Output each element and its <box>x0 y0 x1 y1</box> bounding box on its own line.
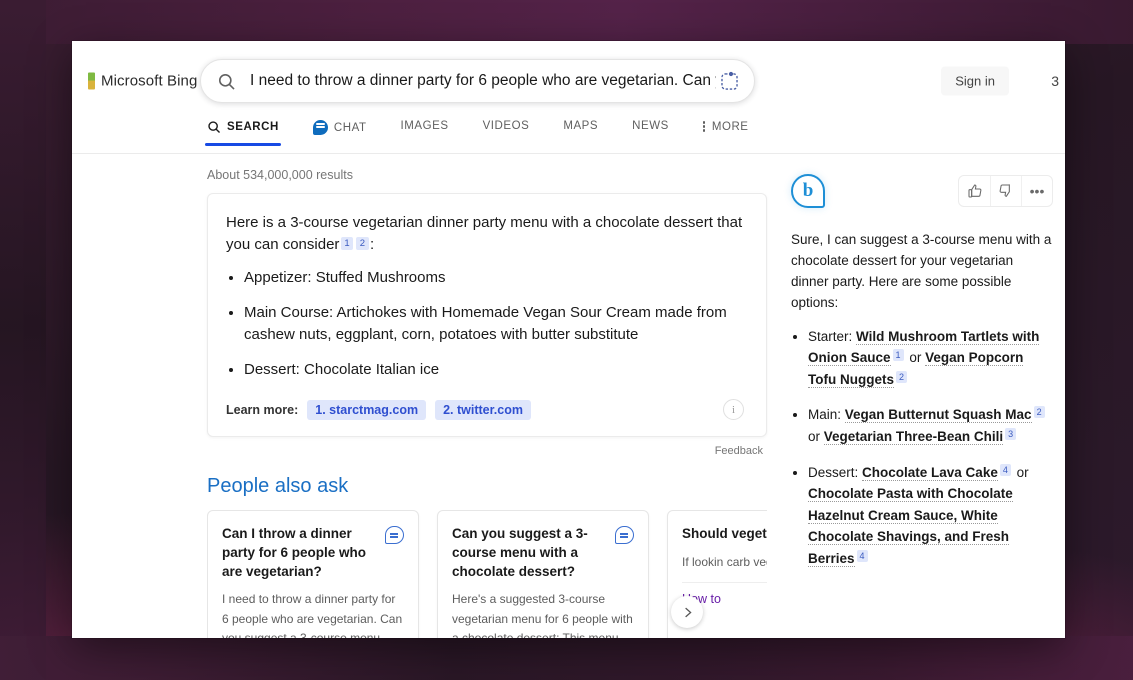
answer-list-item: Appetizer: Stuffed Mushrooms <box>244 267 744 289</box>
tab-more-label: MORE <box>711 120 749 133</box>
chat-citation[interactable]: 3 <box>1005 428 1017 441</box>
tab-images[interactable]: IMAGES <box>401 120 449 143</box>
answer-intro-text: Here is a 3-course vegetarian dinner par… <box>226 214 743 254</box>
chat-suggestion-dessert: Dessert: Chocolate Lava Cake4 or Chocola… <box>808 462 1053 570</box>
results-count: About 534,000,000 results <box>207 168 353 182</box>
chat-answer-icon[interactable] <box>385 526 404 545</box>
chat-option-a: Chocolate Lava Cake <box>862 464 998 481</box>
backdrop-bottom-band <box>0 636 1133 680</box>
tab-images-label: IMAGES <box>400 120 449 132</box>
tab-maps[interactable]: MAPS <box>563 120 598 143</box>
tab-maps-label: MAPS <box>563 120 599 132</box>
chat-actions: ••• <box>958 175 1053 207</box>
nav-tabs: SEARCH CHAT IMAGES VIDEOS MAPS NEWS MORE <box>72 120 1065 154</box>
paa-question: Can I throw a dinner party for 6 people … <box>222 526 367 579</box>
tab-news[interactable]: NEWS <box>632 120 669 143</box>
tab-search-label: SEARCH <box>227 121 279 133</box>
chat-suggestion-starter: Starter: Wild Mushroom Tartlets with Oni… <box>808 326 1053 391</box>
paa-card[interactable]: Can you suggest a 3-course menu with a c… <box>437 510 649 638</box>
people-also-ask-heading: People also ask <box>207 475 349 498</box>
chat-option-b: Chocolate Pasta with Chocolate Hazelnut … <box>808 486 1013 568</box>
sign-in-button[interactable]: Sign in <box>941 66 1009 96</box>
backdrop-top-band <box>0 0 1133 44</box>
chat-conjunction: or <box>1016 464 1029 480</box>
chat-citation[interactable]: 4 <box>999 463 1011 476</box>
tab-chat[interactable]: CHAT <box>312 120 367 146</box>
paa-card[interactable]: Can I throw a dinner party for 6 people … <box>207 510 419 638</box>
chat-citation[interactable]: 1 <box>892 349 904 362</box>
citation-1[interactable]: 1 <box>340 237 354 251</box>
results-column: About 534,000,000 results Here is a 3-co… <box>207 168 767 638</box>
chat-item-label: Dessert: <box>808 464 859 480</box>
chat-header: b ••• <box>791 174 1053 208</box>
answer-intro: Here is a 3-course vegetarian dinner par… <box>226 212 744 256</box>
content-area: About 534,000,000 results Here is a 3-co… <box>72 154 1065 638</box>
paa-question: Can you suggest a 3-course menu with a c… <box>452 526 588 579</box>
chat-suggestion-main: Main: Vegan Butternut Squash Mac2 or Veg… <box>808 404 1053 447</box>
tab-news-label: NEWS <box>632 120 669 132</box>
bing-logo-text: Microsoft Bing <box>101 72 198 90</box>
source-chip-twitter[interactable]: 2. twitter.com <box>435 399 531 420</box>
learn-more-label: Learn more: <box>226 402 299 417</box>
search-bar[interactable] <box>200 59 755 103</box>
chat-citation[interactable]: 2 <box>895 370 907 383</box>
chat-intro: Sure, I can suggest a 3-course menu with… <box>791 232 1052 310</box>
paa-answer: I need to throw a dinner party for 6 peo… <box>222 592 403 638</box>
paa-card-head: Can you suggest a 3-course menu with a c… <box>452 525 634 581</box>
tab-more[interactable]: MORE <box>702 120 749 144</box>
tab-chat-label: CHAT <box>333 121 367 134</box>
chat-citation[interactable]: 4 <box>856 550 868 563</box>
backdrop-left-band <box>0 0 46 680</box>
chat-option-a: Vegan Butternut Squash Mac <box>844 407 1032 424</box>
chat-citation[interactable]: 2 <box>1033 406 1045 419</box>
source-chip-starctmag[interactable]: 1. starctmag.com <box>307 399 427 420</box>
chat-option-b: Vegetarian Three-Bean Chili <box>823 429 1004 446</box>
more-vertical-icon <box>702 120 706 133</box>
thumbs-down-icon[interactable] <box>990 176 1021 206</box>
chat-conjunction: or <box>909 350 922 366</box>
answer-card: Here is a 3-course vegetarian dinner par… <box>207 193 767 438</box>
browser-window: Microsoft Bing Sign in 3 <box>72 41 1065 638</box>
paa-question: Should vegeta next d <box>682 526 767 542</box>
paa-answer: If lookin carb vegetan party wi <box>682 554 767 569</box>
tab-search[interactable]: SEARCH <box>205 120 281 146</box>
learn-more-row: Learn more: 1. starctmag.com 2. twitter.… <box>226 399 744 421</box>
more-options-icon[interactable]: ••• <box>1021 176 1052 206</box>
header-badge[interactable]: 3 <box>1051 73 1059 89</box>
answer-intro-colon: : <box>370 236 375 254</box>
feedback-link[interactable]: Feedback <box>207 445 767 457</box>
answer-list-item: Dessert: Chocolate Italian ice <box>244 359 744 381</box>
visual-search-icon[interactable] <box>716 68 742 94</box>
answer-list: Appetizer: Stuffed Mushrooms Main Course… <box>244 267 744 381</box>
paa-answer: Here's a suggested 3-course vegetarian m… <box>452 592 633 638</box>
chat-conjunction: or <box>808 429 821 445</box>
chat-answer-icon[interactable] <box>615 526 634 545</box>
chat-item-label: Main: <box>808 407 842 423</box>
answer-list-item: Main Course: Artichokes with Homemade Ve… <box>244 302 744 346</box>
people-also-ask-carousel: Can I throw a dinner party for 6 people … <box>207 510 767 638</box>
search-icon <box>207 120 221 134</box>
chat-column: b ••• Sure, I can suggest a 3-course men… <box>791 168 1053 638</box>
tab-videos-label: VIDEOS <box>482 120 530 132</box>
info-icon[interactable]: i <box>723 399 744 421</box>
chat-suggestions-list: Starter: Wild Mushroom Tartlets with Oni… <box>808 326 1053 570</box>
paa-card-head: Should vegeta next d <box>682 525 767 544</box>
thumbs-up-icon[interactable] <box>959 176 990 206</box>
bing-logo-mark-icon <box>88 72 95 90</box>
chat-panel: b ••• Sure, I can suggest a 3-course men… <box>791 174 1053 570</box>
bing-chat-avatar-icon: b <box>791 174 825 208</box>
bing-header: Microsoft Bing Sign in 3 <box>72 41 1065 120</box>
citation-2[interactable]: 2 <box>356 237 369 251</box>
search-input[interactable] <box>250 72 716 90</box>
tab-videos[interactable]: VIDEOS <box>483 120 530 143</box>
chat-icon <box>312 120 328 135</box>
paa-card-head: Can I throw a dinner party for 6 people … <box>222 525 404 581</box>
chat-item-label: Starter: <box>808 328 853 344</box>
search-icon <box>217 72 236 91</box>
bing-logo[interactable]: Microsoft Bing <box>88 72 198 90</box>
chevron-right-icon <box>680 605 695 620</box>
